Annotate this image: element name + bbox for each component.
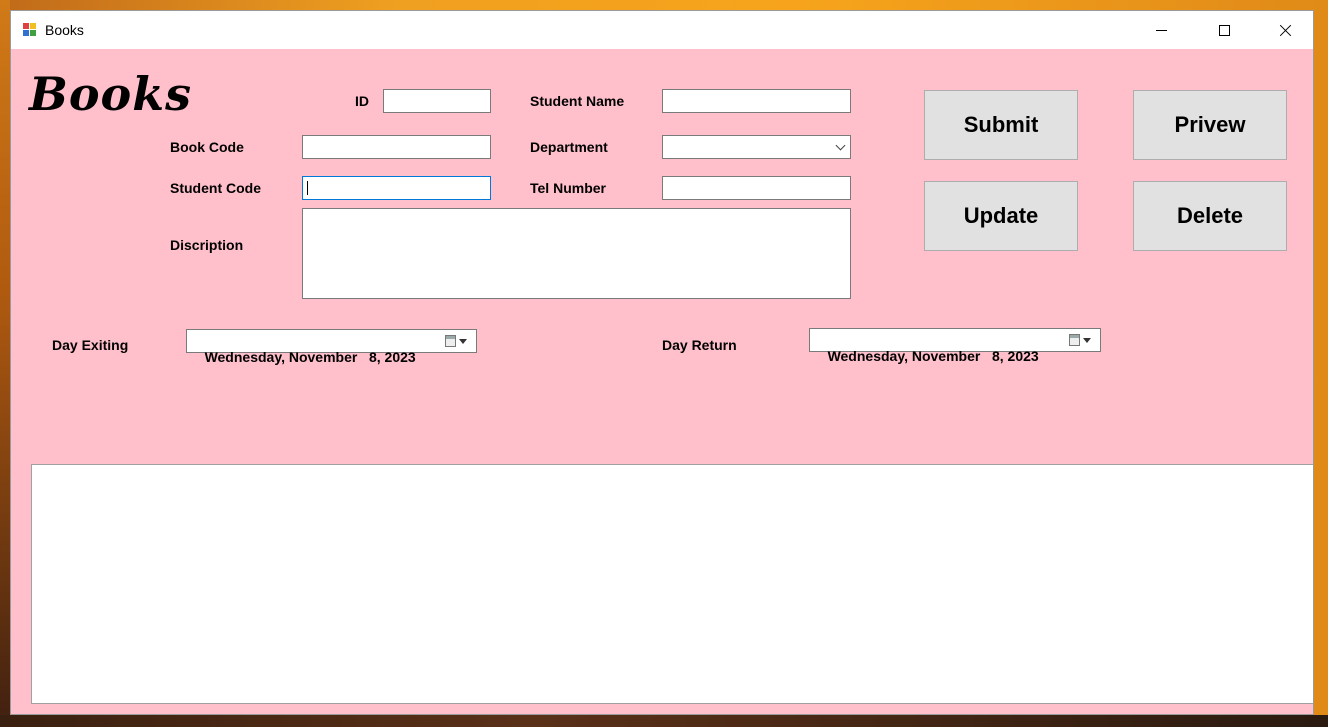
- minimize-icon[interactable]: [1139, 11, 1185, 49]
- title-bar[interactable]: Books: [11, 11, 1313, 49]
- day-return-value: Wednesday, November 8, 2023: [827, 348, 1039, 364]
- window-title: Books: [45, 22, 84, 38]
- desktop-background: [0, 0, 10, 727]
- day-return-datepicker[interactable]: Wednesday, November 8, 2023: [809, 328, 1101, 364]
- student-name-label: Student Name: [530, 93, 625, 109]
- student-code-label: Student Code: [170, 180, 261, 196]
- day-exiting-label: Day Exiting: [52, 337, 129, 353]
- preview-button[interactable]: Privew: [1133, 90, 1287, 160]
- department-combobox[interactable]: [662, 135, 851, 159]
- tel-number-field[interactable]: [662, 176, 851, 200]
- close-icon[interactable]: [1261, 11, 1307, 49]
- description-textarea[interactable]: [302, 208, 851, 299]
- day-return-label: Day Return: [662, 337, 737, 353]
- delete-button[interactable]: Delete: [1133, 181, 1287, 251]
- book-code-label: Book Code: [170, 139, 244, 155]
- maximize-icon[interactable]: [1201, 11, 1247, 49]
- day-exiting-value: Wednesday, November 8, 2023: [204, 349, 416, 365]
- text-caret: [307, 181, 308, 195]
- book-code-field[interactable]: [302, 135, 491, 159]
- description-label: Discription: [170, 237, 244, 253]
- books-data-grid[interactable]: [31, 464, 1313, 704]
- student-name-field[interactable]: [662, 89, 851, 113]
- desktop-background-strip: [0, 715, 1328, 727]
- department-label: Department: [530, 139, 608, 155]
- chevron-down-icon[interactable]: [835, 140, 846, 151]
- submit-button[interactable]: Submit: [924, 90, 1078, 160]
- student-code-field[interactable]: [302, 176, 491, 200]
- dropdown-arrow-icon[interactable]: [459, 339, 467, 344]
- id-field[interactable]: [383, 89, 491, 113]
- calendar-icon[interactable]: [445, 335, 456, 347]
- day-exiting-datepicker[interactable]: Wednesday, November 8, 2023: [186, 329, 477, 365]
- books-window: Books Books ID Student Name Book Code De…: [10, 10, 1314, 715]
- dropdown-arrow-icon[interactable]: [1083, 338, 1091, 343]
- form-heading: Books: [29, 67, 193, 121]
- calendar-icon[interactable]: [1069, 334, 1080, 346]
- id-label: ID: [355, 93, 369, 109]
- winforms-app-icon: [23, 23, 37, 37]
- tel-number-label: Tel Number: [530, 180, 606, 196]
- update-button[interactable]: Update: [924, 181, 1078, 251]
